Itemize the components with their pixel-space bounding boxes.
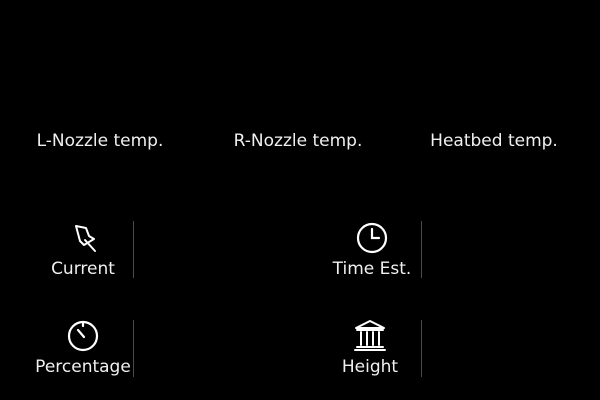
right-nozzle-temp-label: R-Nozzle temp. — [233, 131, 363, 151]
pillar-building-icon — [352, 317, 388, 353]
divider — [133, 320, 134, 377]
divider — [421, 221, 422, 278]
gauge-icon — [65, 317, 101, 353]
pin-icon — [65, 219, 101, 255]
heatbed-temp-label: Heatbed temp. — [430, 131, 558, 151]
clock-icon — [354, 219, 390, 255]
divider — [133, 221, 134, 278]
divider — [421, 320, 422, 377]
percentage-label: Percentage — [35, 357, 131, 377]
left-nozzle-temp-label: L-Nozzle temp. — [36, 131, 164, 151]
stat-height: Height — [315, 317, 425, 377]
stat-time-est: Time Est. — [317, 219, 427, 279]
height-label: Height — [341, 357, 399, 377]
stat-current: Current — [28, 219, 138, 279]
stat-percentage: Percentage — [28, 317, 138, 377]
time-est-label: Time Est. — [332, 259, 412, 279]
current-label: Current — [51, 259, 115, 279]
